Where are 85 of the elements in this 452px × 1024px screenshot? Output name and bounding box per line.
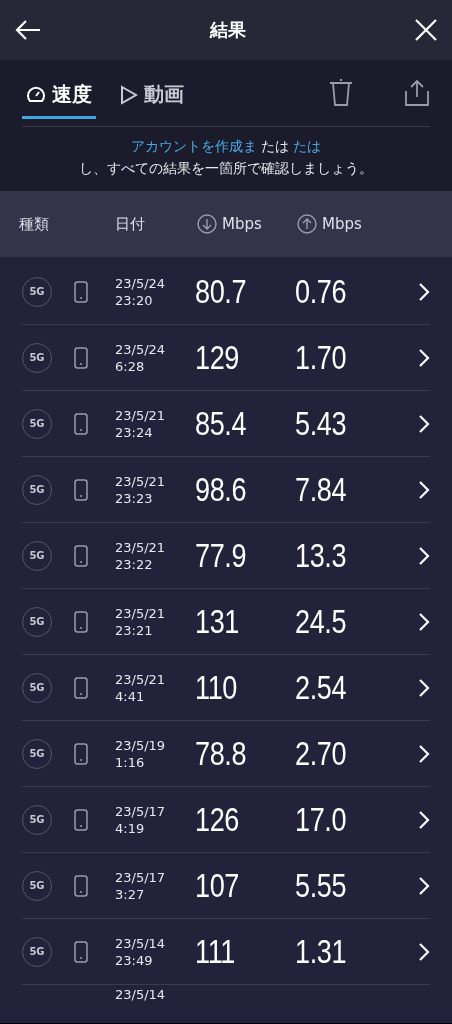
download-speed: 111 — [195, 932, 235, 970]
account-link[interactable]: たは — [293, 138, 322, 154]
test-date: 23/5/17 — [115, 802, 167, 820]
upload-speed: 7.84 — [295, 470, 347, 508]
chevron-icon[interactable] — [418, 809, 430, 830]
test-date: 23/5/24 — [115, 274, 167, 292]
phone-icon — [74, 280, 88, 303]
trash-button[interactable] — [328, 79, 354, 107]
upload-speed: 5.43 — [295, 404, 347, 442]
download-speed: 85.4 — [195, 404, 247, 442]
test-time: 23:20 — [115, 291, 154, 309]
chevron-icon[interactable] — [418, 941, 430, 962]
test-time: 4:19 — [115, 819, 146, 837]
download-speed: 98.6 — [195, 470, 247, 508]
test-date: 23/5/21 — [115, 604, 167, 622]
chevron-icon[interactable] — [418, 875, 430, 896]
upload-speed: 1.31 — [295, 932, 347, 970]
test-time: 23:49 — [115, 951, 154, 969]
tab[interactable]: 動画 — [116, 73, 188, 119]
test-time: 23:22 — [115, 555, 154, 573]
column-header: 種類 — [19, 214, 49, 234]
download-speed: 77.9 — [195, 536, 247, 574]
share-button[interactable] — [404, 79, 430, 107]
test-date: 23/5/21 — [115, 472, 167, 490]
upload-icon — [297, 214, 317, 234]
test-date: 23/5/24 — [115, 340, 167, 358]
close-button[interactable] — [414, 18, 438, 42]
test-time: 3:27 — [115, 885, 146, 903]
phone-icon — [74, 874, 88, 897]
test-date: 23/5/21 — [115, 538, 167, 556]
chevron-icon[interactable] — [418, 611, 430, 632]
upload-speed: 13.3 — [295, 536, 347, 574]
test-date: 23/5/21 — [115, 406, 167, 424]
play-icon — [120, 84, 138, 105]
download-speed: 129 — [195, 338, 239, 376]
test-time: 23:23 — [115, 489, 154, 507]
screen-title: 結果 — [210, 18, 246, 42]
test-time: 1:16 — [115, 753, 146, 771]
download-speed: 126 — [195, 800, 239, 838]
upload-speed: 17.0 — [295, 800, 347, 838]
phone-icon — [74, 478, 88, 501]
download-speed: 107 — [195, 866, 239, 904]
phone-icon — [74, 412, 88, 435]
download-speed: 80.7 — [195, 272, 247, 310]
chevron-icon[interactable] — [418, 545, 430, 566]
test-date: 23/5/19 — [115, 736, 167, 754]
phone-icon — [74, 676, 88, 699]
upload-speed: 24.5 — [295, 602, 347, 640]
chevron-icon[interactable] — [418, 479, 430, 500]
create-account-link[interactable]: アカウントを作成ま — [130, 138, 257, 154]
test-date: 23/5/14 — [115, 934, 167, 952]
account-prompt: アカウントを作成ま たは たは し、すべての結果を一箇所で確認しましょう。 — [78, 137, 374, 178]
test-time: 23:24 — [115, 423, 154, 441]
test-date: 23/5/17 — [115, 868, 167, 886]
chevron-icon[interactable] — [418, 413, 430, 434]
phone-icon — [74, 742, 88, 765]
phone-icon — [74, 940, 88, 963]
test-time: 6:28 — [115, 357, 146, 375]
phone-icon — [74, 610, 88, 633]
download-speed: 131 — [195, 602, 239, 640]
download-speed: 78.8 — [195, 734, 247, 772]
chevron-icon[interactable] — [418, 677, 430, 698]
chevron-icon[interactable] — [418, 743, 430, 764]
test-date: 23/5/21 — [115, 670, 167, 688]
upload-speed: 1.70 — [295, 338, 347, 376]
upload-speed: 0.76 — [295, 272, 347, 310]
column-header: Mbps — [222, 215, 262, 233]
phone-icon — [74, 808, 88, 831]
upload-speed: 5.55 — [295, 866, 347, 904]
chevron-icon[interactable] — [418, 281, 430, 302]
upload-speed: 2.54 — [295, 668, 347, 706]
column-header: 日付 — [115, 214, 145, 234]
gauge-icon — [26, 84, 46, 105]
back-button[interactable] — [14, 18, 42, 42]
download-icon — [197, 214, 217, 234]
column-header: Mbps — [322, 215, 362, 233]
chevron-icon[interactable] — [418, 347, 430, 368]
phone-icon — [74, 544, 88, 567]
test-date: 23/5/14 — [115, 986, 167, 1003]
download-speed: 110 — [195, 668, 237, 706]
phone-icon — [74, 346, 88, 369]
upload-speed: 2.70 — [295, 734, 347, 772]
test-time: 4:41 — [115, 687, 146, 705]
tab[interactable]: 速度 — [22, 73, 96, 119]
test-time: 23:21 — [115, 621, 154, 639]
